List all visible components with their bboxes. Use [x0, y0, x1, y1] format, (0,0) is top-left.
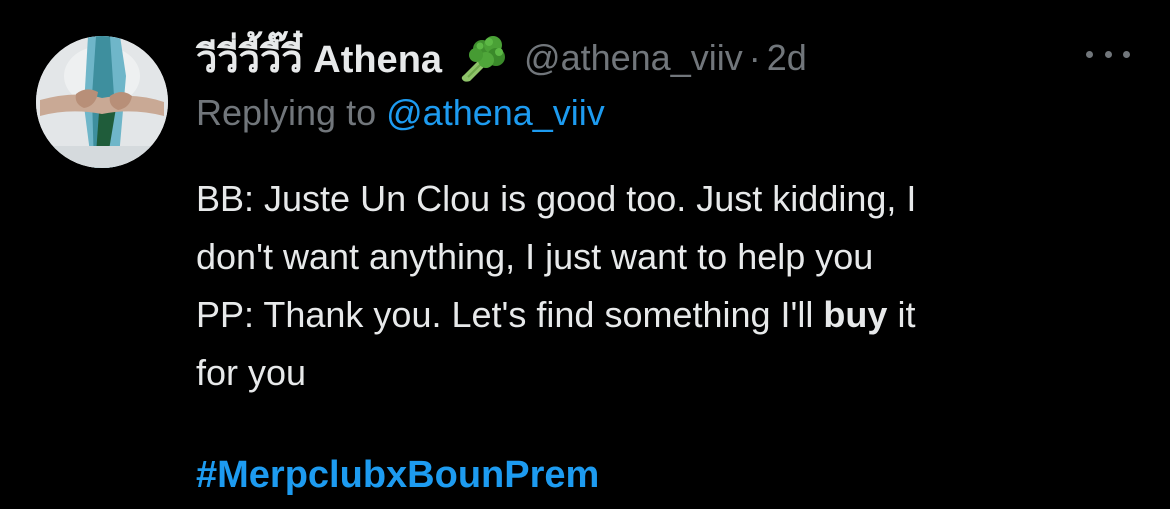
- avatar-photo: [36, 36, 168, 168]
- more-options-button[interactable]: [1086, 40, 1130, 68]
- ellipsis-icon: [1104, 50, 1112, 58]
- tweet[interactable]: วีวี่วี้วี๊วี๋ Athena @athena_viiv · 2d …: [0, 0, 1170, 509]
- tweet-text: PP: Thank you. Let's find something I'll: [196, 294, 824, 335]
- tweet-body: BB: Juste Un Clou is good too. Just kidd…: [196, 170, 1146, 402]
- tweet-line: PP: Thank you. Let's find something I'll…: [196, 286, 1146, 344]
- broccoli-icon: [456, 33, 506, 83]
- tweet-text: it: [887, 294, 916, 335]
- tweet-bold-text: buy: [823, 294, 888, 335]
- separator-dot: ·: [748, 37, 761, 78]
- tweet-line: BB: Juste Un Clou is good too. Just kidd…: [196, 178, 917, 219]
- avatar[interactable]: [36, 36, 168, 168]
- replying-mention-link[interactable]: @athena_viiv: [386, 92, 605, 133]
- replying-prefix: Replying to: [196, 92, 377, 133]
- replying-to: Replying to @athena_viiv: [196, 92, 605, 134]
- tweet-header: วีวี่วี้วี๊วี๋ Athena @athena_viiv · 2d: [196, 30, 807, 86]
- tweet-line: for you: [196, 352, 307, 393]
- hashtag-link[interactable]: #MerpclubxBounPrem: [196, 454, 599, 497]
- timestamp[interactable]: 2d: [767, 37, 807, 79]
- ellipsis-icon: [1086, 50, 1093, 58]
- user-handle[interactable]: @athena_viiv: [524, 37, 743, 79]
- ellipsis-icon: [1123, 50, 1130, 58]
- display-name[interactable]: วีวี่วี้วี๊วี๋ Athena: [196, 28, 442, 89]
- tweet-line: don't want anything, I just want to help…: [196, 236, 874, 277]
